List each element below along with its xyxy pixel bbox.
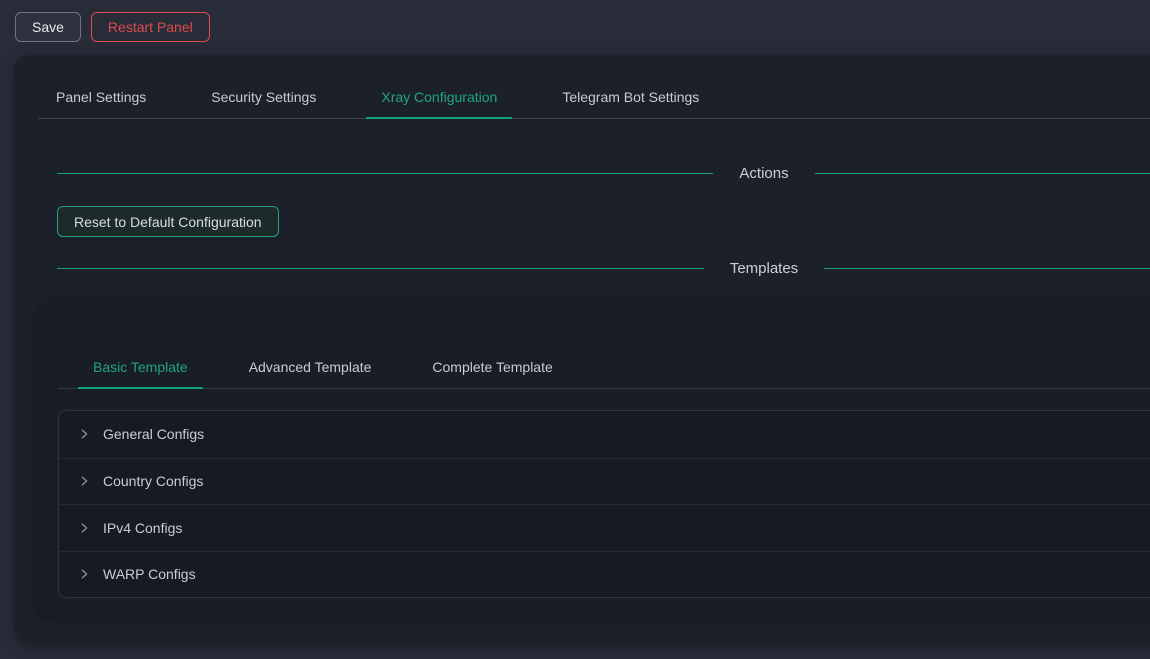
collapse-label: IPv4 Configs — [103, 520, 182, 536]
divider-line — [824, 268, 1150, 269]
templates-divider: Templates — [57, 256, 1150, 280]
chevron-right-icon — [77, 427, 91, 441]
chevron-right-icon — [77, 521, 91, 535]
tab-telegram-bot-settings[interactable]: Telegram Bot Settings — [547, 75, 714, 118]
actions-divider: Actions — [57, 161, 1150, 185]
collapse-ipv4-configs[interactable]: IPv4 Configs — [59, 504, 1150, 551]
settings-tab-bar: Panel Settings Security Settings Xray Co… — [38, 75, 1150, 119]
templates-divider-label: Templates — [730, 260, 798, 277]
template-tab-bar: Basic Template Advanced Template Complet… — [58, 345, 1150, 389]
save-button[interactable]: Save — [15, 12, 81, 42]
tab-xray-configuration[interactable]: Xray Configuration — [366, 75, 512, 118]
templates-card: Basic Template Advanced Template Complet… — [38, 300, 1150, 617]
divider-line — [815, 173, 1150, 174]
settings-card: Panel Settings Security Settings Xray Co… — [14, 55, 1150, 643]
tab-panel-settings[interactable]: Panel Settings — [41, 75, 161, 118]
chevron-right-icon — [77, 567, 91, 581]
config-collapse-list: General Configs Country Configs IPv4 Con… — [58, 410, 1150, 598]
reset-default-configuration-button[interactable]: Reset to Default Configuration — [57, 206, 279, 237]
divider-line — [57, 173, 713, 174]
collapse-label: WARP Configs — [103, 566, 196, 582]
collapse-general-configs[interactable]: General Configs — [59, 411, 1150, 458]
collapse-country-configs[interactable]: Country Configs — [59, 458, 1150, 505]
tab-basic-template[interactable]: Basic Template — [78, 345, 203, 388]
tab-advanced-template[interactable]: Advanced Template — [234, 345, 387, 388]
chevron-right-icon — [77, 474, 91, 488]
collapse-label: General Configs — [103, 426, 204, 442]
tab-complete-template[interactable]: Complete Template — [417, 345, 567, 388]
top-action-bar: Save Restart Panel — [15, 12, 210, 42]
divider-line — [57, 268, 704, 269]
collapse-warp-configs[interactable]: WARP Configs — [59, 551, 1150, 598]
restart-panel-button[interactable]: Restart Panel — [91, 12, 210, 42]
settings-page: { "colors": { "accent": "#16a277", "acce… — [0, 0, 1150, 659]
actions-divider-label: Actions — [739, 165, 788, 182]
tab-security-settings[interactable]: Security Settings — [196, 75, 331, 118]
collapse-label: Country Configs — [103, 473, 203, 489]
